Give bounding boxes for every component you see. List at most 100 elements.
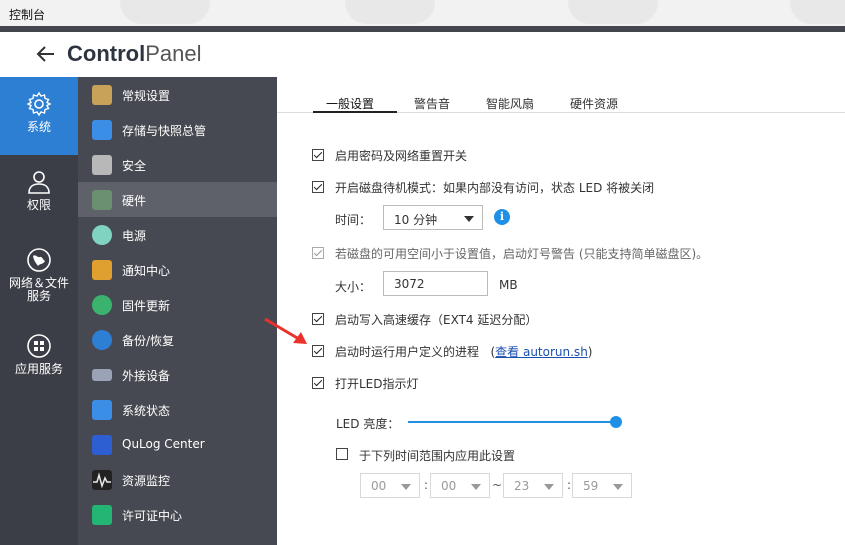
menu-label: 资源监控 [122,474,171,488]
menu-label: 存储与快照总管 [122,124,207,138]
time-colon: : [424,478,429,492]
resource-monitor-icon [92,470,112,490]
start-hour-select[interactable]: 00 [360,473,420,498]
time-colon: : [567,478,572,492]
menu-label: 许可证中心 [122,509,183,523]
category-rail: 系统 权限 网络＆文件服务 应用服务 [0,77,78,545]
bg-decoration [345,0,435,24]
link-paren: ) [587,345,593,359]
menu-label: 电源 [122,229,147,243]
menu-item-power[interactable]: 电源 [78,217,277,252]
menu-item-storage[interactable]: 存储与快照总管 [78,112,277,147]
menu-item-system-status[interactable]: 系统状态 [78,392,277,427]
standby-time-value: 10 分钟 [394,213,438,227]
led-checkbox[interactable] [312,377,324,389]
rail-label: 系统 [26,120,51,134]
end-hour-select[interactable]: 23 [503,473,563,498]
bg-decoration [790,0,845,24]
low-space-checkbox[interactable] [312,247,324,259]
autorun-label: 启动时运行用户定义的进程 (查看 autorun.sh) [335,343,592,360]
size-input[interactable]: 3072 [383,271,488,296]
notification-icon [92,260,112,280]
menu-label: 固件更新 [122,299,171,313]
reset-switch-checkbox[interactable] [312,149,324,161]
menu-label: 常规设置 [122,89,171,103]
app-title: ControlPanel [67,41,202,66]
end-hour-value: 23 [514,479,530,493]
led-brightness-handle[interactable] [610,416,622,428]
view-autorun-link[interactable]: 查看 autorun.sh [495,345,588,359]
reset-switch-label: 启用密码及网络重置开关 [335,149,468,163]
back-arrow-icon[interactable] [36,41,56,67]
system-status-icon [92,400,112,420]
chevron-down-icon [471,484,481,490]
lock-icon [92,155,112,175]
menu-label: 系统状态 [122,404,171,418]
start-minute-select[interactable]: 00 [430,473,490,498]
tab-smart-fan[interactable]: 智能风扇 [486,95,534,112]
power-bulb-icon [92,225,112,245]
tab-alert-sound[interactable]: 警告音 [414,95,450,112]
tab-bar: 一般设置 警告音 智能风扇 硬件资源 [277,77,845,113]
end-minute-value: 59 [583,479,599,493]
license-icon [92,505,112,525]
menu-item-security[interactable]: 安全 [78,147,277,182]
window-titlebar: 控制台 [0,0,845,26]
rail-item-network[interactable]: 网络＆文件服务 [0,233,78,319]
general-settings-icon [92,85,112,105]
menu-item-resource-monitor[interactable]: 资源监控 [78,462,277,497]
menu-item-license[interactable]: 许可证中心 [78,497,277,532]
write-cache-checkbox[interactable] [312,313,324,325]
autorun-checkbox[interactable] [312,345,324,357]
menu-item-external-device[interactable]: 外接设备 [78,357,277,392]
menu-label: 硬件 [122,194,147,208]
gear-icon [26,91,52,117]
led-brightness-slider[interactable] [408,421,616,423]
end-minute-select[interactable]: 59 [572,473,632,498]
globe-icon [27,248,51,272]
chevron-down-icon [544,484,554,490]
disk-standby-checkbox[interactable] [312,181,324,193]
menu-label: 备份/恢复 [122,334,175,348]
rail-item-system[interactable]: 系统 [0,77,78,155]
low-space-label: 若磁盘的可用空间小于设置值，启动灯号警告 (只能支持简单磁盘区)。 [335,247,709,261]
rail-label: 权限 [26,198,51,212]
time-range-tilde: ~ [492,478,503,492]
hardware-icon [92,190,112,210]
start-hour-value: 00 [371,479,387,493]
size-unit: MB [499,278,518,292]
qulog-icon [92,435,112,455]
menu-item-backup[interactable]: 备份/恢复 [78,322,277,357]
bg-decoration [568,0,658,24]
standby-time-select[interactable]: 10 分钟 [383,205,483,230]
size-label: 大小： [335,280,372,294]
bg-decoration [120,0,210,24]
tab-hardware-resources[interactable]: 硬件资源 [570,95,618,112]
red-arrow-annotation [264,317,307,344]
menu-item-hardware[interactable]: 硬件 [78,182,277,217]
rail-label: 应用服务 [14,362,63,376]
menu-label: 安全 [122,159,147,173]
menu-label: 通知中心 [122,264,171,278]
info-icon[interactable]: i [494,209,510,225]
active-tab-indicator [313,111,397,113]
menu-item-notification[interactable]: 通知中心 [78,252,277,287]
write-cache-label: 启动写入高速缓存（EXT4 延迟分配） [335,313,538,327]
autorun-text: 启动时运行用户定义的进程 [335,345,480,359]
app-header: ControlPanel [0,32,845,77]
menu-item-qulog[interactable]: QuLog Center [78,427,277,462]
chevron-down-icon [401,484,411,490]
rail-item-permissions[interactable]: 权限 [0,155,78,233]
storage-icon [92,120,112,140]
menu-item-firmware[interactable]: 固件更新 [78,287,277,322]
external-device-icon [92,369,112,381]
system-submenu: 常规设置 存储与快照总管 安全 硬件 电源 通知中心 固件更新 备份/恢复 外接… [78,77,277,545]
time-label: 时间： [335,213,372,227]
menu-label: QuLog Center [122,437,205,451]
schedule-checkbox[interactable] [336,448,348,460]
chevron-down-icon [464,216,474,222]
tab-general[interactable]: 一般设置 [326,95,374,112]
disk-standby-label: 开启磁盘待机模式：如果内部没有访问，状态 LED 将被关闭 [335,181,655,195]
rail-item-app-services[interactable]: 应用服务 [0,319,78,397]
menu-item-general-settings[interactable]: 常规设置 [78,77,277,112]
